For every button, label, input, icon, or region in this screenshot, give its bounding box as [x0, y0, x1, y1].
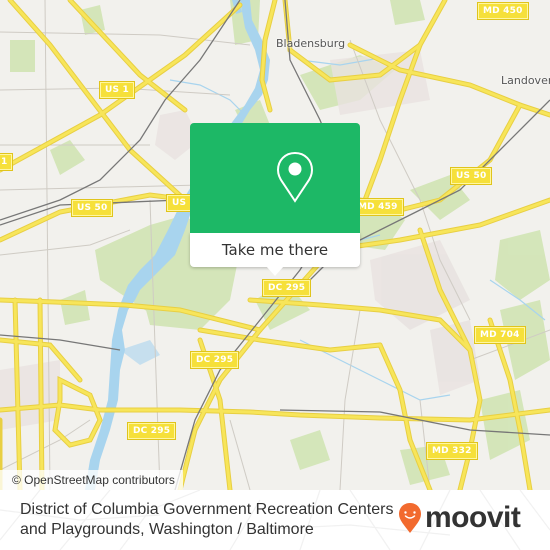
route-shield-us-50-left: US 50: [70, 199, 114, 217]
location-popup: Take me there: [190, 123, 360, 276]
route-shield-us-50-right: US 50: [449, 167, 493, 185]
map-attribution[interactable]: © OpenStreetMap contributors: [0, 470, 183, 490]
route-shield-us-1: US 1: [99, 81, 135, 99]
place-label-bladensburg: Bladensburg: [276, 37, 346, 50]
popup-header: [190, 123, 360, 233]
route-shield-us-1-edge: 1: [0, 153, 14, 171]
route-shield-md-450: MD 450: [477, 2, 529, 20]
route-shield-dc-295-top: DC 295: [261, 279, 312, 297]
moovit-logo[interactable]: moovit: [398, 501, 521, 534]
moovit-wordmark: moovit: [425, 501, 521, 534]
map-card: Bladensburg Landover US 1 1 US 50 US 50 …: [0, 0, 550, 550]
route-shield-md-459: MD 459: [352, 198, 404, 216]
route-shield-dc-295-bottom: DC 295: [126, 422, 177, 440]
place-label-landover: Landover: [501, 74, 550, 87]
take-me-there-button[interactable]: Take me there: [190, 233, 360, 267]
route-shield-md-704: MD 704: [474, 326, 526, 344]
place-title: District of Columbia Government Recreati…: [20, 501, 394, 538]
map-view[interactable]: Bladensburg Landover US 1 1 US 50 US 50 …: [0, 0, 550, 490]
moovit-pin-icon: [399, 503, 421, 533]
route-shield-dc-295-middle: DC 295: [189, 351, 240, 369]
popup-pointer: [266, 266, 284, 276]
route-shield-md-332: MD 332: [426, 442, 478, 460]
footer: District of Columbia Government Recreati…: [0, 490, 550, 550]
